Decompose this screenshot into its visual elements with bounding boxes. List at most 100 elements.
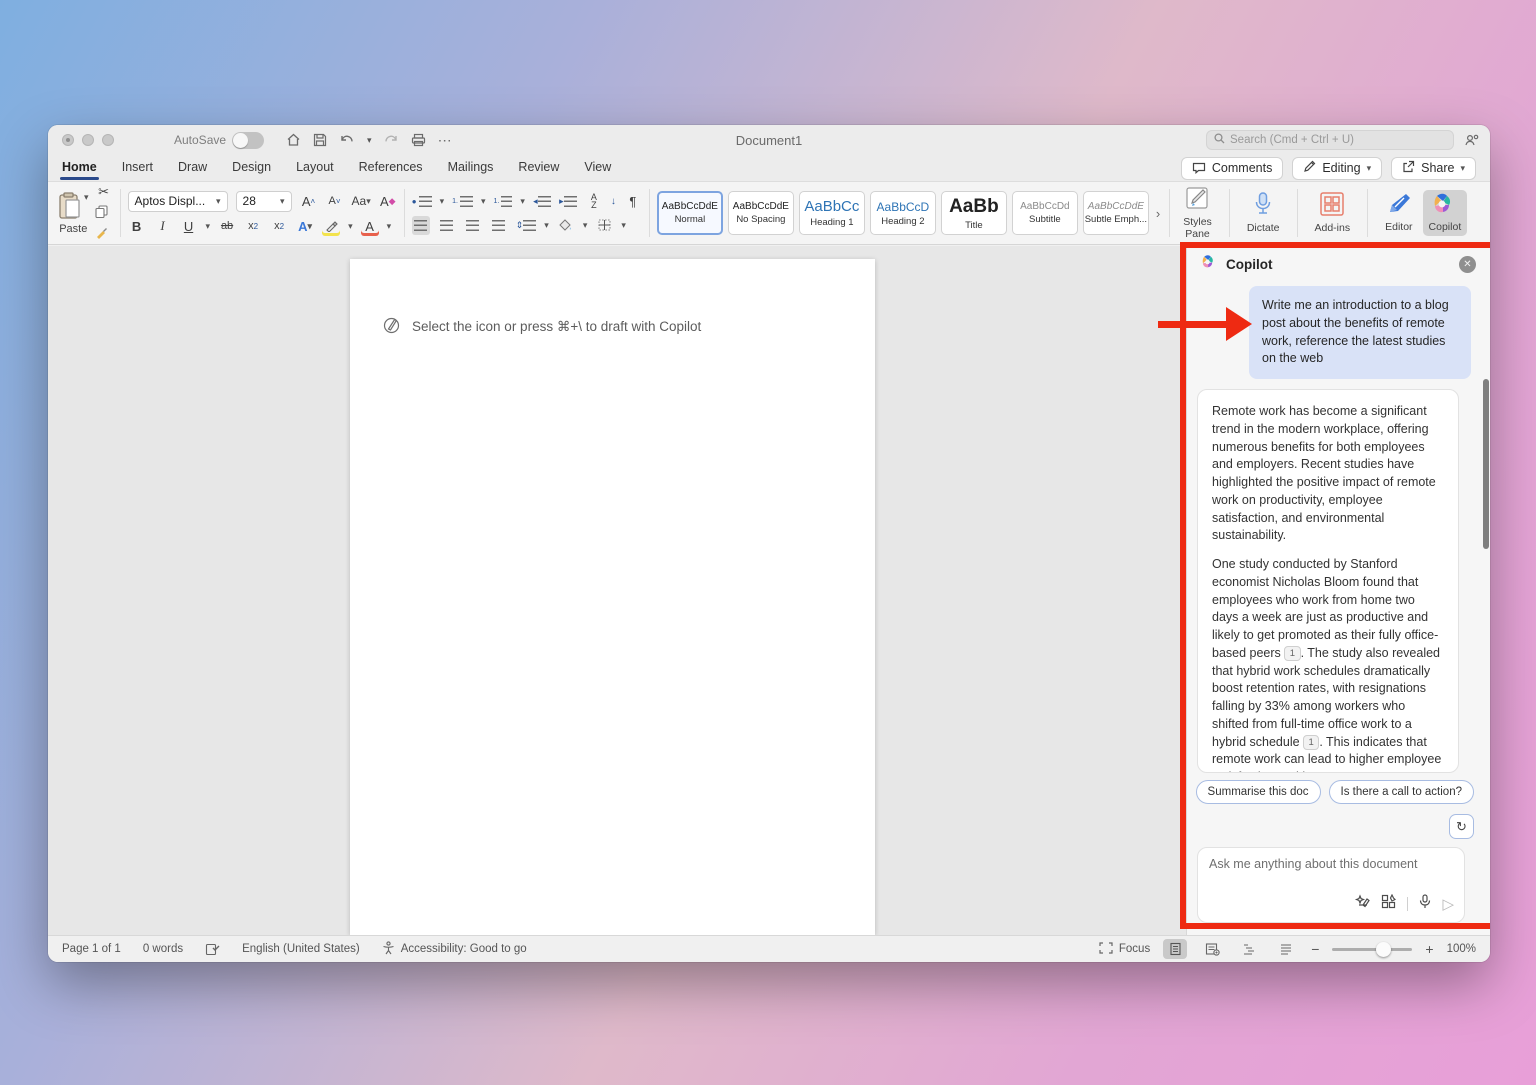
copy-icon[interactable]	[94, 204, 113, 223]
send-icon[interactable]: ▷	[1442, 895, 1454, 913]
strikethrough-button[interactable]: ab	[218, 217, 236, 236]
tab-review[interactable]: Review	[518, 156, 559, 180]
draft-view-button[interactable]	[1274, 939, 1298, 959]
font-size-select[interactable]: 28 ▾	[235, 190, 292, 212]
zoom-slider[interactable]	[1332, 941, 1413, 957]
styles-pane-button[interactable]: Styles Pane	[1177, 184, 1218, 243]
add-ins-button[interactable]: Add-ins	[1309, 189, 1357, 236]
shrink-font-button[interactable]: A ˅	[326, 192, 344, 211]
style-no-spacing[interactable]: AaBbCcDdE No Spacing	[727, 191, 794, 235]
suggestion-call-to-action-button[interactable]: Is there a call to action?	[1328, 780, 1474, 804]
multilevel-list-button[interactable]: 1.	[494, 192, 513, 211]
pilcrow-button[interactable]: ¶	[624, 192, 642, 211]
zoom-window-button[interactable]	[102, 134, 114, 146]
close-panel-icon[interactable]: ✕	[1459, 255, 1476, 273]
cut-icon[interactable]: ✂	[95, 183, 113, 202]
accessibility-status[interactable]: Accessibility: Good to go	[382, 940, 527, 958]
more-commands-icon[interactable]: ⋯	[438, 132, 453, 149]
voice-input-icon[interactable]	[1419, 894, 1431, 914]
italic-button[interactable]: I	[154, 217, 172, 236]
home-icon[interactable]	[286, 133, 301, 147]
justify-button[interactable]	[490, 216, 508, 235]
tab-references[interactable]: References	[359, 156, 423, 180]
zoom-level[interactable]: 100%	[1447, 943, 1476, 955]
align-center-button[interactable]	[438, 216, 456, 235]
underline-dropdown-icon[interactable]: ▾	[206, 221, 211, 232]
highlight-button[interactable]	[322, 217, 340, 236]
panel-scrollbar[interactable]	[1483, 379, 1489, 549]
suggestion-summarise-button[interactable]: Summarise this doc	[1195, 780, 1321, 804]
tab-mailings[interactable]: Mailings	[448, 156, 494, 180]
tab-layout[interactable]: Layout	[296, 156, 334, 180]
outline-view-button[interactable]	[1237, 939, 1261, 959]
text-effects-button[interactable]: A ▾	[296, 217, 314, 236]
tab-design[interactable]: Design	[232, 156, 271, 180]
copilot-draft-hint[interactable]: Select the icon or press ⌘+\ to draft wi…	[383, 317, 701, 337]
print-layout-view-button[interactable]	[1163, 939, 1188, 959]
numbering-button[interactable]: 1.	[452, 192, 473, 211]
copilot-response-card[interactable]: Remote work has become a significant tre…	[1197, 389, 1459, 773]
tab-home[interactable]: Home	[60, 156, 99, 180]
style-subtle-emphasis[interactable]: AaBbCcDdE Subtle Emph...	[1082, 191, 1149, 235]
copilot-draft-icon[interactable]	[383, 317, 400, 337]
share-button[interactable]: Share ▾	[1391, 156, 1476, 180]
word-count[interactable]: 0 words	[143, 943, 183, 955]
superscript-button[interactable]: x2	[270, 217, 288, 236]
clear-formatting-button[interactable]: A ◆	[379, 192, 397, 211]
focus-mode-button[interactable]: Focus	[1099, 941, 1150, 957]
page-count[interactable]: Page 1 of 1	[62, 943, 121, 955]
tab-view[interactable]: View	[584, 156, 611, 180]
web-layout-view-button[interactable]	[1200, 939, 1224, 959]
zoom-in-button[interactable]: +	[1425, 941, 1433, 957]
style-subtitle[interactable]: AaBbCcDd Subtitle	[1011, 191, 1078, 235]
proofing-icon[interactable]	[205, 943, 220, 956]
minimize-window-button[interactable]	[82, 134, 94, 146]
increase-indent-button[interactable]: ▸	[559, 192, 577, 211]
align-right-button[interactable]	[464, 216, 482, 235]
dictate-button[interactable]: Dictate	[1241, 189, 1286, 236]
search-box[interactable]	[1206, 130, 1454, 150]
autosave-toggle[interactable]	[232, 131, 265, 149]
shading-button[interactable]	[557, 216, 575, 235]
tab-draw[interactable]: Draw	[178, 156, 207, 180]
copilot-input[interactable]	[1209, 857, 1453, 891]
comments-button[interactable]: Comments	[1180, 156, 1284, 180]
sort-button[interactable]: AZ	[585, 192, 603, 211]
styles-gallery-expand-icon[interactable]: ›	[1156, 206, 1160, 221]
font-name-select[interactable]: Aptos Displ... ▾	[127, 190, 228, 212]
copilot-ribbon-button[interactable]: Copilot	[1422, 190, 1468, 236]
print-icon[interactable]	[411, 133, 426, 147]
language-selector[interactable]: English (United States)	[242, 943, 360, 955]
citation-badge[interactable]: 1	[1284, 645, 1301, 661]
format-painter-icon[interactable]	[95, 226, 113, 244]
underline-button[interactable]: U	[180, 217, 198, 236]
change-case-button[interactable]: Aa ▾	[352, 192, 371, 211]
prompt-library-icon[interactable]	[1354, 894, 1371, 914]
copilot-input-box[interactable]: ▷	[1197, 847, 1465, 923]
font-color-button[interactable]: A	[361, 217, 379, 236]
tab-insert[interactable]: Insert	[122, 156, 153, 180]
paste-button[interactable]: ▾ Paste	[56, 192, 91, 235]
close-window-button[interactable]	[62, 134, 74, 146]
undo-dropdown-icon[interactable]: ▾	[367, 135, 372, 146]
regenerate-button[interactable]: ↻	[1449, 814, 1474, 839]
line-spacing-button[interactable]: ⇕	[516, 216, 537, 235]
borders-button[interactable]	[595, 216, 613, 235]
undo-icon[interactable]	[339, 133, 355, 147]
subscript-button[interactable]: x2	[244, 217, 262, 236]
align-left-button[interactable]	[411, 215, 430, 235]
apps-icon[interactable]	[1381, 893, 1397, 914]
document-page[interactable]: Select the icon or press ⌘+\ to draft wi…	[350, 259, 875, 935]
search-input[interactable]	[1230, 134, 1446, 146]
editing-mode-button[interactable]: Editing ▾	[1292, 156, 1383, 180]
style-title[interactable]: AaBb Title	[940, 191, 1007, 235]
save-icon[interactable]	[313, 133, 327, 147]
style-heading-2[interactable]: AaBbCcD Heading 2	[869, 191, 936, 235]
zoom-out-button[interactable]: −	[1311, 941, 1319, 957]
bold-button[interactable]: B	[128, 217, 146, 236]
zoom-slider-thumb[interactable]	[1376, 941, 1392, 957]
editor-button[interactable]: Editor	[1379, 190, 1418, 235]
grow-font-button[interactable]: A ˄	[300, 192, 318, 211]
style-heading-1[interactable]: AaBbCc Heading 1	[798, 191, 865, 235]
account-icon[interactable]	[1464, 133, 1480, 147]
